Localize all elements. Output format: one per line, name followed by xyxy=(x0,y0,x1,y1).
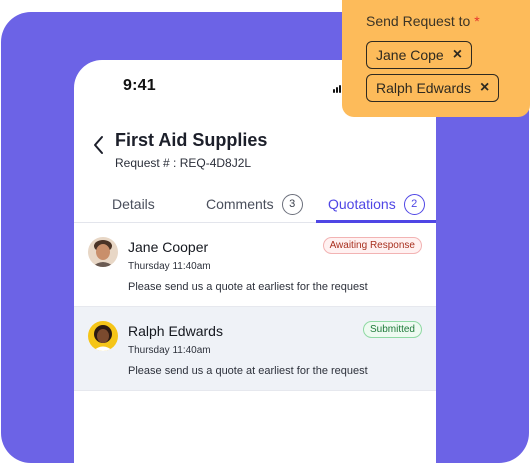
close-icon[interactable]: × xyxy=(480,80,489,96)
tab-bar: Details Comments 3 Quotations 2 xyxy=(74,186,436,223)
close-icon[interactable]: × xyxy=(453,47,462,63)
send-request-panel: Send Request to * Jane Cope × Ralph Edwa… xyxy=(342,0,530,117)
send-request-label: Send Request to * xyxy=(366,13,480,29)
tab-label: Quotations xyxy=(328,196,396,212)
avatar xyxy=(88,237,118,267)
phone-screen: 9:41 First Aid Supplies Request # : REQ-… xyxy=(74,60,436,463)
recipient-chip[interactable]: Jane Cope × xyxy=(366,41,473,69)
quote-message: Please send us a quote at earliest for t… xyxy=(128,365,368,377)
back-arrow-icon[interactable] xyxy=(91,135,107,155)
required-marker: * xyxy=(474,13,480,29)
quote-sender-name: Jane Cooper xyxy=(128,239,209,255)
tab-details[interactable]: Details xyxy=(112,186,155,222)
tab-label: Details xyxy=(112,196,155,212)
tab-comments[interactable]: Comments 3 xyxy=(206,186,303,222)
tab-quotations[interactable]: Quotations 2 xyxy=(328,186,425,222)
status-time: 9:41 xyxy=(123,77,156,94)
quotation-item[interactable]: Ralph Edwards Thursday 11:40am Please se… xyxy=(74,307,436,391)
request-number: Request # : REQ-4D8J2L xyxy=(115,156,252,170)
quotation-item[interactable]: Jane Cooper Thursday 11:40am Please send… xyxy=(74,223,436,307)
quotations-count-badge: 2 xyxy=(403,193,425,215)
quote-timestamp: Thursday 11:40am xyxy=(128,261,211,272)
avatar xyxy=(88,321,118,351)
tab-label: Comments xyxy=(206,196,274,212)
recipient-name: Ralph Edwards xyxy=(376,80,471,96)
comments-count-badge: 3 xyxy=(281,193,303,215)
status-badge: Submitted xyxy=(362,321,422,338)
quote-message: Please send us a quote at earliest for t… xyxy=(128,281,368,293)
recipient-chip[interactable]: Ralph Edwards × xyxy=(366,74,500,102)
quote-timestamp: Thursday 11:40am xyxy=(128,345,211,356)
recipient-name: Jane Cope xyxy=(376,47,444,63)
status-badge: Awaiting Response xyxy=(322,237,422,254)
quote-sender-name: Ralph Edwards xyxy=(128,323,223,339)
page-title: First Aid Supplies xyxy=(115,130,268,150)
